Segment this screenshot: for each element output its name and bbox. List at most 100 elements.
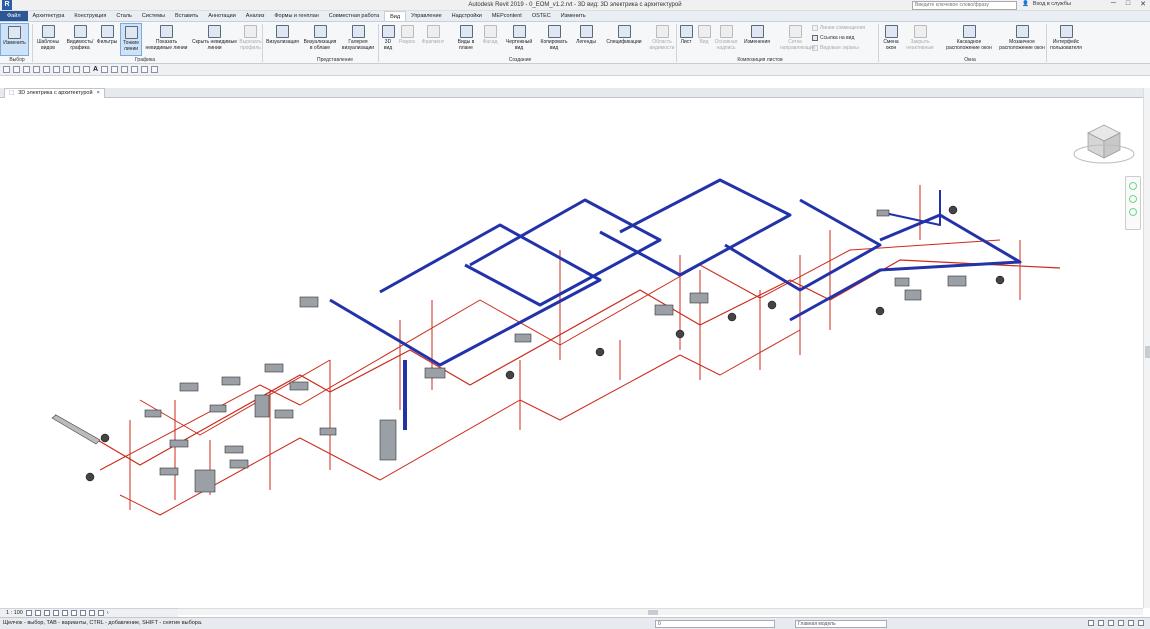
view-scale[interactable]: 1 : 100 xyxy=(6,610,23,616)
ribbon-tab[interactable]: Архитектура xyxy=(28,11,70,21)
ribbon-button[interactable]: Шаблоны видов xyxy=(33,23,63,56)
ribbon-button[interactable]: Спецификации xyxy=(603,23,645,56)
3d-view-icon[interactable] xyxy=(111,66,119,73)
ribbon-button[interactable]: Интерфейс пользователя xyxy=(1048,23,1084,56)
ribbon-button[interactable]: Основная надпись xyxy=(713,23,739,56)
analytical-model-icon[interactable] xyxy=(97,610,104,616)
thin-lines-icon[interactable] xyxy=(121,66,129,73)
ribbon-button[interactable]: Смена окон xyxy=(880,23,902,56)
workset-selector[interactable]: 0 xyxy=(655,620,775,628)
ribbon-tab[interactable]: Надстройки xyxy=(447,11,487,21)
select-pinned-icon[interactable] xyxy=(1118,620,1124,626)
visual-style-icon[interactable] xyxy=(34,610,41,616)
render-icon[interactable] xyxy=(61,610,68,616)
ribbon-button[interactable]: Вид xyxy=(697,23,711,56)
ribbon-button[interactable]: Визуализация xyxy=(265,23,300,56)
scroll-thumb[interactable] xyxy=(1145,346,1150,358)
ribbon-button[interactable]: Видимость/ графика xyxy=(65,23,95,56)
ribbon-button[interactable]: Фильтры xyxy=(95,23,119,56)
ribbon-button[interactable]: Изменить xyxy=(0,23,29,56)
scroll-thumb[interactable] xyxy=(648,610,658,615)
undo-icon[interactable] xyxy=(33,66,40,73)
ribbon-button[interactable]: Скрыть невидимые линии xyxy=(192,23,237,56)
navigation-bar[interactable] xyxy=(1125,176,1141,230)
minimize-icon[interactable]: ─ xyxy=(1111,0,1116,8)
ribbon-button[interactable]: Копировать вид xyxy=(537,23,571,56)
ribbon-tab[interactable]: Вставить xyxy=(170,11,203,21)
ribbon-button[interactable]: Разрез xyxy=(398,23,416,56)
ribbon-button[interactable]: Виды в плане xyxy=(455,23,477,56)
select-links-icon[interactable] xyxy=(1098,620,1104,626)
steering-wheel-icon[interactable] xyxy=(1129,182,1137,190)
ribbon-tab[interactable]: Системы xyxy=(137,11,170,21)
ribbon-button[interactable]: Тонкие линии xyxy=(120,23,142,56)
open-icon[interactable] xyxy=(13,66,20,73)
design-option-selector[interactable]: Главная модель xyxy=(795,620,887,628)
ribbon-small-item[interactable]: Видовые экраны xyxy=(812,45,859,51)
save-icon[interactable] xyxy=(23,66,30,73)
ribbon-button[interactable]: Легенды xyxy=(573,23,599,56)
ribbon-tab[interactable]: Формы и генплан xyxy=(269,11,323,21)
lock-view-icon[interactable] xyxy=(70,610,77,616)
chevron-left-icon[interactable]: ‹ xyxy=(107,610,109,616)
help-search-input[interactable]: Введите ключевое слово/фразу xyxy=(912,1,1017,10)
vertical-scrollbar[interactable] xyxy=(1143,88,1150,608)
ribbon-tab[interactable]: Файл xyxy=(0,11,28,21)
ribbon-button[interactable]: Фрагмент xyxy=(418,23,448,56)
text-icon[interactable]: A xyxy=(93,66,98,73)
select-by-face-icon[interactable] xyxy=(1128,620,1134,626)
ribbon-button[interactable]: Каскадное расположение окон xyxy=(945,23,993,56)
ribbon-button[interactable]: Галерея визуализации xyxy=(340,23,376,56)
ribbon-tab[interactable]: Сталь xyxy=(111,11,137,21)
ribbon-button[interactable]: Чертежный вид xyxy=(503,23,535,56)
revit-logo-icon[interactable]: R xyxy=(2,0,12,10)
ribbon-button[interactable]: Показать невидимые линии xyxy=(143,23,190,56)
redo-icon[interactable] xyxy=(43,66,50,73)
ribbon-tab[interactable]: Анализ xyxy=(241,11,270,21)
tag-icon[interactable] xyxy=(83,66,90,73)
close-icon[interactable]: × xyxy=(97,89,100,98)
orbit-icon[interactable] xyxy=(1129,208,1137,216)
ribbon-button[interactable]: Закрыть неактивные xyxy=(905,23,935,56)
section-icon[interactable] xyxy=(101,66,109,73)
ribbon-tab[interactable]: Конструкция xyxy=(69,11,111,21)
print-icon[interactable] xyxy=(53,66,60,73)
editable-only-icon[interactable] xyxy=(1088,620,1094,626)
horizontal-scrollbar[interactable] xyxy=(178,608,1143,615)
ribbon-button[interactable]: Область видимости xyxy=(647,23,677,56)
close-icon[interactable]: ✕ xyxy=(1140,0,1146,8)
ribbon-button[interactable]: Фасад xyxy=(480,23,500,56)
ribbon-tab[interactable]: Вид xyxy=(384,11,407,21)
ribbon-button[interactable]: 3D вид xyxy=(380,23,396,56)
zoom-icon[interactable] xyxy=(1129,195,1137,203)
measure-icon[interactable] xyxy=(63,66,70,73)
ribbon-tab[interactable]: Изменить xyxy=(556,11,591,21)
ribbon-tab[interactable]: MEPcontent xyxy=(487,11,527,21)
detail-level-icon[interactable] xyxy=(25,610,32,616)
reveal-hidden-icon[interactable] xyxy=(88,610,95,616)
switch-windows-icon[interactable] xyxy=(141,66,149,73)
dimension-icon[interactable] xyxy=(73,66,80,73)
ribbon-button[interactable]: Сетка направляющих xyxy=(780,23,815,56)
sun-path-icon[interactable] xyxy=(43,610,50,616)
close-hidden-icon[interactable] xyxy=(131,66,139,73)
ribbon-tab[interactable]: Аннотации xyxy=(203,11,241,21)
ribbon-small-item[interactable]: Ссылка на вид xyxy=(812,35,854,41)
maximize-icon[interactable]: □ xyxy=(1126,0,1130,8)
ribbon-tab[interactable]: Управление xyxy=(406,11,447,21)
shadows-icon[interactable] xyxy=(52,610,59,616)
ribbon-small-item[interactable]: Линии совмещения xyxy=(812,25,865,31)
ribbon-tab[interactable]: Совместная работа xyxy=(324,11,384,21)
ribbon-button[interactable]: Вырезать профиль xyxy=(238,23,263,56)
ribbon-button[interactable]: Изменения xyxy=(740,23,774,56)
ribbon-button[interactable]: Лист xyxy=(678,23,694,56)
view-tab[interactable]: ⬚ 3D электрика с архитектурой × xyxy=(4,88,105,98)
select-underlay-icon[interactable] xyxy=(1108,620,1114,626)
temporary-hide-icon[interactable] xyxy=(79,610,86,616)
settings-icon[interactable] xyxy=(151,66,159,73)
ribbon-button[interactable]: Мозаичное расположение окон xyxy=(998,23,1046,56)
modify-icon[interactable] xyxy=(3,66,10,73)
filter-icon[interactable] xyxy=(1138,620,1144,626)
3d-viewport[interactable] xyxy=(0,98,1143,608)
ribbon-button[interactable]: Визуализация в облаке xyxy=(302,23,338,56)
